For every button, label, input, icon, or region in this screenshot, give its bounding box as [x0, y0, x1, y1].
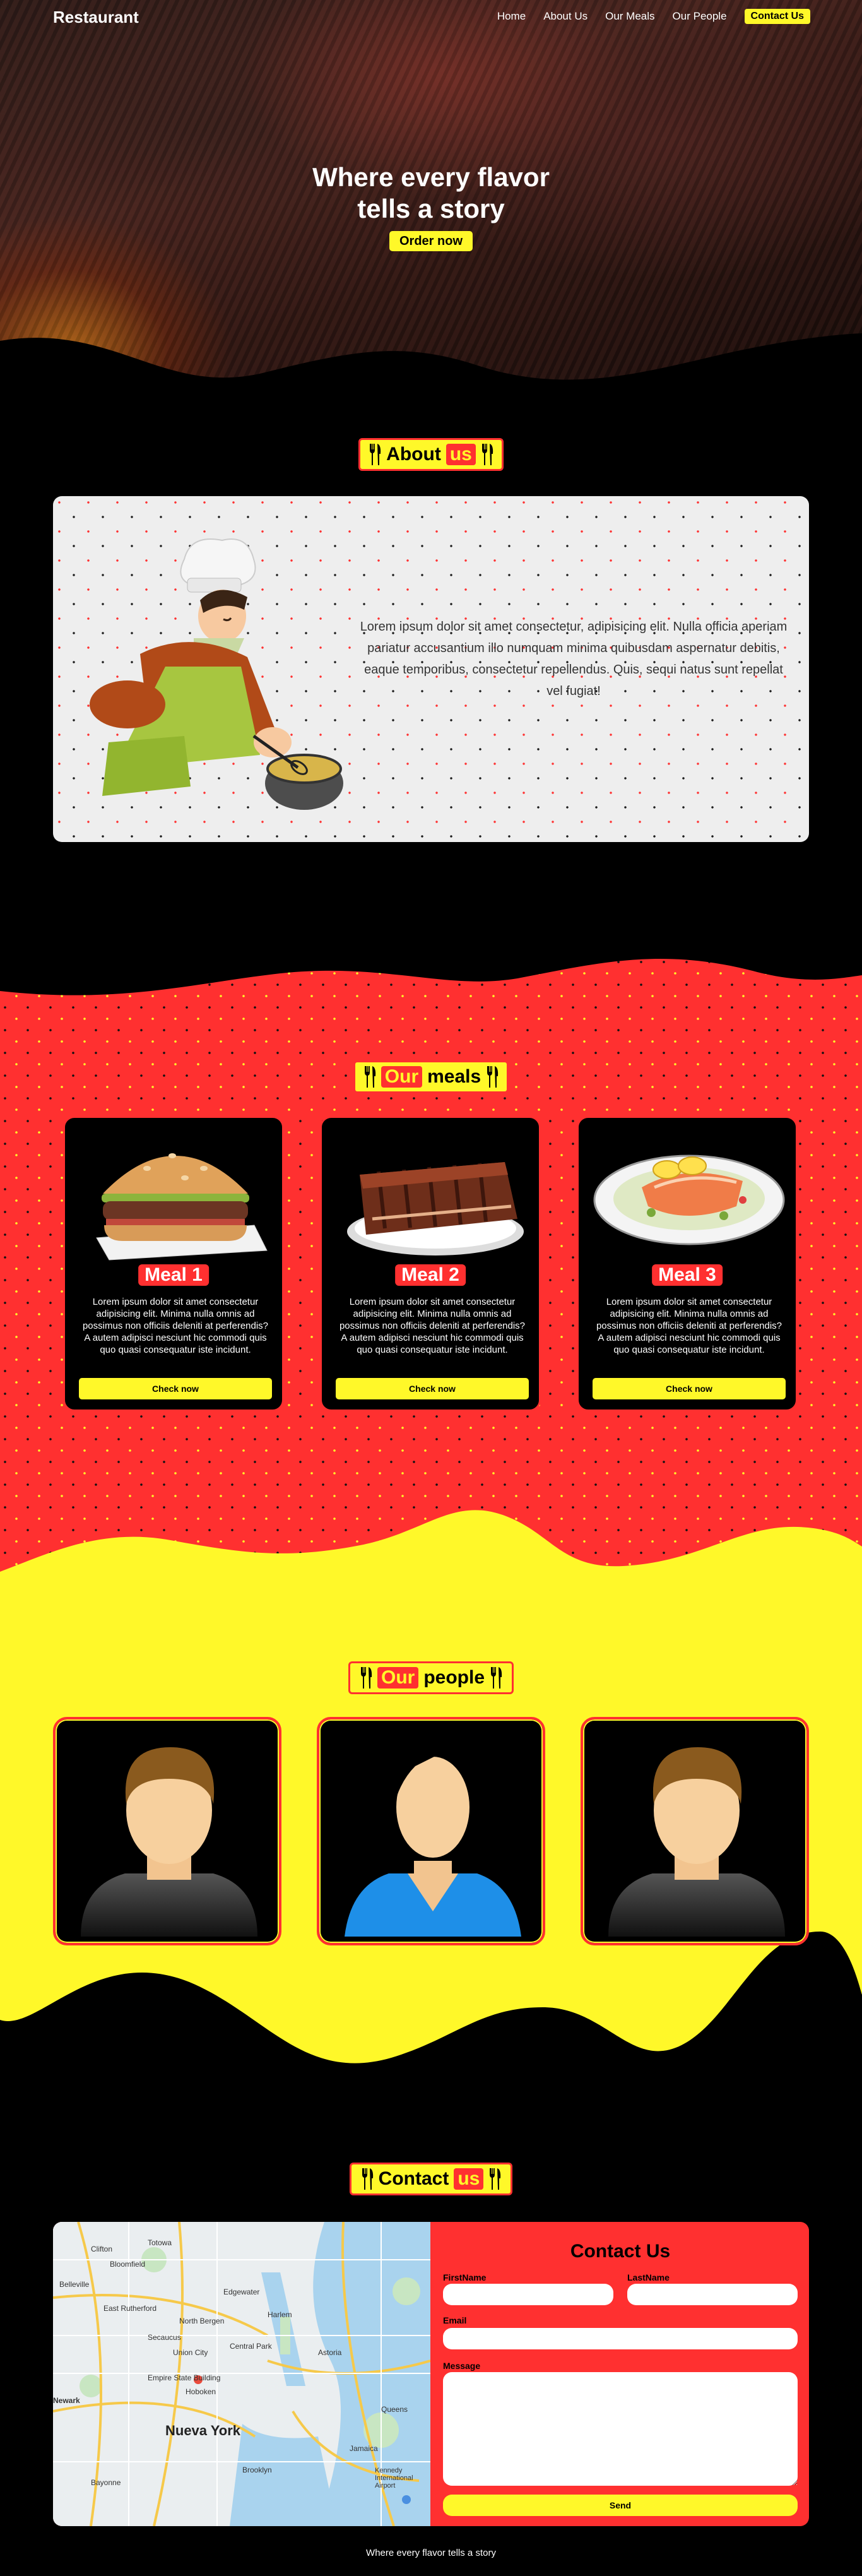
hero-bottom-wave	[0, 333, 862, 404]
male-avatar-icon	[81, 1747, 257, 1937]
map-label: Brooklyn	[242, 2466, 272, 2474]
map-label: Clifton	[91, 2245, 113, 2253]
people-section-title: Our people	[348, 1661, 514, 1694]
page: Restaurant Home About Us Our Meals Our P…	[0, 0, 862, 2576]
nav-link-people[interactable]: Our People	[673, 10, 727, 23]
about-title-highlight: us	[446, 444, 476, 465]
person-card	[581, 1717, 809, 1945]
map-label: Astoria	[318, 2348, 342, 2357]
contact-card: Totowa Belleville Bloomfield East Ruther…	[53, 2222, 809, 2526]
meal-name: Meal 3	[652, 1264, 723, 1286]
map-label: Secaucus	[148, 2333, 181, 2342]
person-card	[53, 1717, 281, 1945]
map-label: Hoboken	[186, 2387, 216, 2396]
check-now-button[interactable]: Check now	[593, 1378, 786, 1399]
contact-form-title: Contact Us	[570, 2241, 671, 2262]
contact-section-title: Contact us	[350, 2163, 512, 2195]
chef-illustration	[90, 538, 343, 810]
utensils-icon	[362, 2168, 373, 2190]
contact-title-highlight: us	[454, 2168, 484, 2190]
order-now-button[interactable]: Order now	[389, 231, 473, 251]
ribs-icon	[347, 1162, 524, 1255]
map-label: Edgewater	[223, 2288, 260, 2296]
hero-title: Where every flavor tells a story	[0, 162, 862, 225]
about-card: Lorem ipsum dolor sit amet consectetur, …	[53, 496, 809, 842]
map-label: Empire State Building	[148, 2373, 221, 2382]
message-textarea[interactable]	[443, 2372, 798, 2486]
email-label: Email	[443, 2315, 467, 2325]
meal-card: Meal 3 Lorem ipsum dolor sit amet consec…	[577, 1116, 798, 1411]
meals-section-title: Our meals	[353, 1060, 509, 1093]
top-navbar: Restaurant Home About Us Our Meals Our P…	[0, 0, 862, 35]
nav-link-about[interactable]: About Us	[543, 10, 587, 23]
utensils-icon	[370, 444, 381, 465]
nav-link-home[interactable]: Home	[497, 10, 526, 23]
map-label: Kennedy International Airport	[375, 2467, 413, 2490]
meals-title-highlight: Our	[381, 1066, 423, 1088]
meal-name: Meal 1	[138, 1264, 209, 1286]
first-name-input[interactable]	[443, 2284, 613, 2305]
map-label: Belleville	[59, 2280, 90, 2289]
female-avatar-icon	[345, 1754, 521, 1937]
email-input[interactable]	[443, 2328, 798, 2349]
map-label: Bloomfield	[110, 2260, 146, 2269]
footer-tagline: Where every flavor tells a story	[366, 2548, 496, 2558]
people-title-text: people	[423, 1667, 485, 1688]
utensils-icon	[360, 1667, 372, 1689]
utensils-icon	[364, 1066, 375, 1088]
check-now-button[interactable]: Check now	[336, 1378, 529, 1399]
people-section: Our people	[0, 1502, 862, 2165]
last-name-input[interactable]	[627, 2284, 798, 2305]
map-label: Queens	[381, 2405, 408, 2414]
nav-contact-button[interactable]: Contact Us	[744, 9, 810, 24]
meal-card: Meal 2 Lorem ipsum dolor sit amet consec…	[320, 1116, 541, 1411]
send-button[interactable]: Send	[443, 2495, 798, 2516]
meal-description: Lorem ipsum dolor sit amet consectetur a…	[339, 1297, 526, 1355]
meal-description: Lorem ipsum dolor sit amet consectetur a…	[82, 1297, 269, 1355]
about-section-title: About us	[358, 438, 504, 471]
map-label: North Bergen	[179, 2317, 225, 2325]
contact-form: Contact Us FirstName LastName Email Mess…	[432, 2222, 809, 2526]
nav-links: Home About Us Our Meals Our People Conta…	[497, 9, 810, 24]
people-title-highlight: Our	[377, 1667, 419, 1689]
last-name-label: LastName	[627, 2272, 670, 2282]
map-label: East Rutherford	[103, 2304, 157, 2313]
utensils-icon	[487, 1066, 499, 1088]
meal-description: Lorem ipsum dolor sit amet consectetur a…	[596, 1297, 782, 1355]
meal-name: Meal 2	[395, 1264, 466, 1286]
message-label: Message	[443, 2361, 481, 2371]
hero-title-line1: Where every flavor	[312, 162, 550, 192]
utensils-icon	[490, 2168, 501, 2190]
embedded-map[interactable]: Totowa Belleville Bloomfield East Ruther…	[53, 2222, 430, 2526]
about-description: Lorem ipsum dolor sit amet consectetur, …	[360, 620, 788, 698]
map-label: Jamaica	[350, 2444, 378, 2453]
map-label: Newark	[53, 2396, 80, 2405]
map-label: Harlem	[268, 2310, 292, 2319]
map-label: Bayonne	[91, 2478, 121, 2487]
utensils-icon	[491, 1667, 502, 1689]
utensils-icon	[481, 444, 493, 465]
hero-title-line2: tells a story	[357, 194, 505, 223]
meal-card: Meal 1 Lorem ipsum dolor sit amet consec…	[63, 1116, 284, 1411]
check-now-button[interactable]: Check now	[79, 1378, 272, 1399]
meals-title-text: meals	[427, 1066, 481, 1087]
map-label: Union City	[173, 2348, 208, 2357]
brand-logo[interactable]: Restaurant	[53, 8, 139, 27]
map-label: Central Park	[230, 2342, 272, 2351]
about-title-text: About	[386, 444, 441, 465]
male-avatar-icon	[608, 1747, 785, 1937]
burger-icon	[96, 1153, 268, 1261]
first-name-label: FirstName	[443, 2272, 487, 2282]
hero-section: Restaurant Home About Us Our Meals Our P…	[0, 0, 862, 404]
map-city-label: Nueva York	[165, 2423, 241, 2438]
salmon-dish-icon	[593, 1154, 785, 1245]
person-card	[317, 1717, 545, 1945]
contact-title-text: Contact	[378, 2168, 449, 2189]
map-label: Totowa	[148, 2238, 172, 2247]
nav-link-meals[interactable]: Our Meals	[605, 10, 654, 23]
